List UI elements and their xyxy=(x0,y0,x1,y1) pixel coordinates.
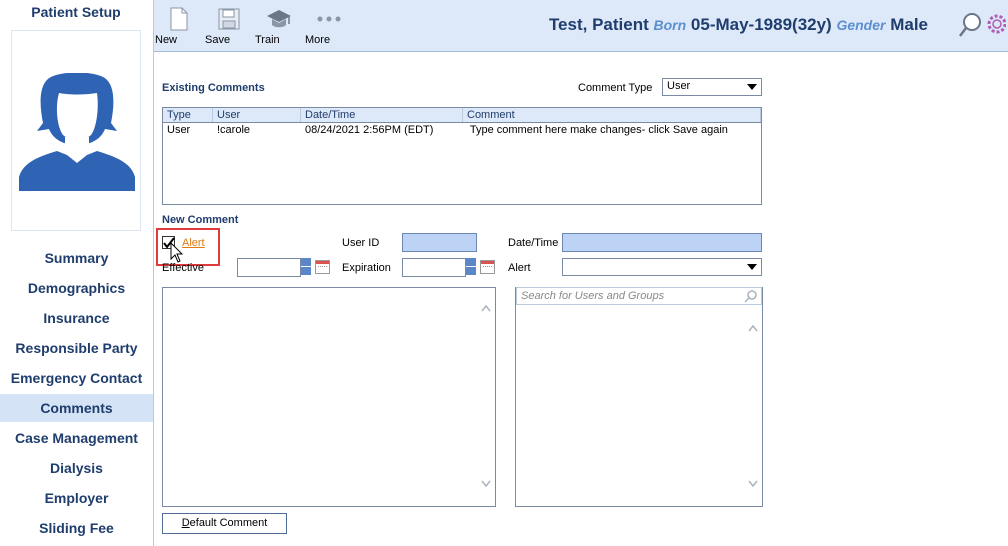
scroll-down-icon[interactable] xyxy=(748,480,758,488)
existing-comments-table[interactable]: Type User Date/Time Comment User !carole… xyxy=(162,107,762,205)
column-header-user[interactable]: User xyxy=(213,108,301,122)
train-label: Train xyxy=(255,34,280,46)
comment-textarea[interactable] xyxy=(162,287,496,507)
sidebar-item-case-management[interactable]: Case Management xyxy=(0,424,153,452)
datetime-label: Date/Time xyxy=(508,237,559,249)
expiration-date-field[interactable] xyxy=(402,258,466,277)
users-groups-search-input[interactable]: Search for Users and Groups xyxy=(516,287,762,305)
existing-comments-title: Existing Comments xyxy=(162,82,265,94)
patient-gender: Male xyxy=(890,15,928,34)
save-label: Save xyxy=(205,34,231,46)
save-floppy-icon xyxy=(205,6,253,32)
sidebar-item-responsible-party[interactable]: Responsible Party xyxy=(0,334,153,362)
chevron-down-icon xyxy=(747,84,757,90)
comment-type-value: User xyxy=(667,80,691,92)
calendar-icon[interactable] xyxy=(315,260,330,274)
search-icon[interactable] xyxy=(958,12,982,41)
more-label: More xyxy=(305,34,331,46)
user-id-field[interactable] xyxy=(402,233,477,252)
table-row[interactable]: User !carole 08/24/2021 2:56PM (EDT) Typ… xyxy=(163,123,761,137)
patient-photo[interactable] xyxy=(11,30,141,231)
new-button[interactable]: New xyxy=(155,6,203,46)
scroll-down-icon[interactable] xyxy=(481,480,491,488)
sidebar-item-sliding-fee[interactable]: Sliding Fee xyxy=(0,514,153,542)
datetime-field[interactable] xyxy=(562,233,762,252)
comment-type-select[interactable]: User xyxy=(662,78,762,96)
alert-select-label: Alert xyxy=(508,262,531,274)
header-toolbar: New Save Train More Test, Patient Born 0… xyxy=(154,0,1008,52)
more-button[interactable]: More xyxy=(305,6,353,46)
column-header-type[interactable]: Type xyxy=(163,108,213,122)
effective-spinner[interactable] xyxy=(301,258,311,275)
cell-user: !carole xyxy=(217,124,251,136)
sidebar-item-comments[interactable]: Comments xyxy=(0,394,153,422)
patient-dob: 05-May-1989(32y) xyxy=(690,15,832,34)
new-comment-title: New Comment xyxy=(162,214,239,226)
train-button[interactable]: Train xyxy=(255,6,303,46)
table-header: Type User Date/Time Comment xyxy=(163,108,761,123)
sidebar-item-employer[interactable]: Employer xyxy=(0,484,153,512)
sidebar-item-demographics[interactable]: Demographics xyxy=(0,274,153,302)
born-label: Born xyxy=(653,17,687,33)
column-header-comment[interactable]: Comment xyxy=(463,108,761,122)
save-button[interactable]: Save xyxy=(205,6,253,46)
avatar-icon xyxy=(19,73,135,191)
alert-select[interactable] xyxy=(562,258,762,276)
scroll-up-icon[interactable] xyxy=(481,304,491,312)
gear-icon[interactable] xyxy=(984,11,1007,40)
search-icon[interactable] xyxy=(744,289,758,306)
column-header-datetime[interactable]: Date/Time xyxy=(301,108,463,122)
expiration-label: Expiration xyxy=(342,262,391,274)
sidebar-title: Patient Setup xyxy=(31,4,121,20)
default-comment-button[interactable]: Default Comment xyxy=(162,513,287,534)
calendar-icon[interactable] xyxy=(480,260,495,274)
graduation-cap-icon xyxy=(255,6,303,32)
effective-label: Effective xyxy=(162,262,204,274)
sidebar-item-dialysis[interactable]: Dialysis xyxy=(0,454,153,482)
comment-type-label: Comment Type xyxy=(578,82,653,94)
user-id-label: User ID xyxy=(342,237,380,249)
sidebar: Patient Setup Summary Demographics Insur… xyxy=(0,0,154,546)
patient-banner: Test, Patient Born 05-May-1989(32y) Gend… xyxy=(549,15,928,35)
new-label: New xyxy=(155,34,178,46)
gender-label: Gender xyxy=(836,17,886,33)
sidebar-item-summary[interactable]: Summary xyxy=(0,244,153,272)
cell-type: User xyxy=(167,124,191,136)
effective-date-field[interactable] xyxy=(237,258,301,277)
sidebar-item-emergency-contact[interactable]: Emergency Contact xyxy=(0,364,153,392)
patient-name: Test, Patient xyxy=(548,15,649,34)
users-groups-list[interactable] xyxy=(515,287,763,507)
alert-link[interactable]: Alert xyxy=(182,237,205,249)
chevron-down-icon xyxy=(747,264,757,270)
patient-setup-window: Patient Setup Summary Demographics Insur… xyxy=(0,0,1008,546)
scroll-up-icon[interactable] xyxy=(748,324,758,332)
more-dots-icon xyxy=(305,6,353,32)
expiration-spinner[interactable] xyxy=(466,258,476,275)
sidebar-item-insurance[interactable]: Insurance xyxy=(0,304,153,332)
cell-datetime: 08/24/2021 2:56PM (EDT) xyxy=(305,124,434,136)
cell-comment: Type comment here make changes- click Sa… xyxy=(467,124,728,136)
new-document-icon xyxy=(155,6,203,32)
